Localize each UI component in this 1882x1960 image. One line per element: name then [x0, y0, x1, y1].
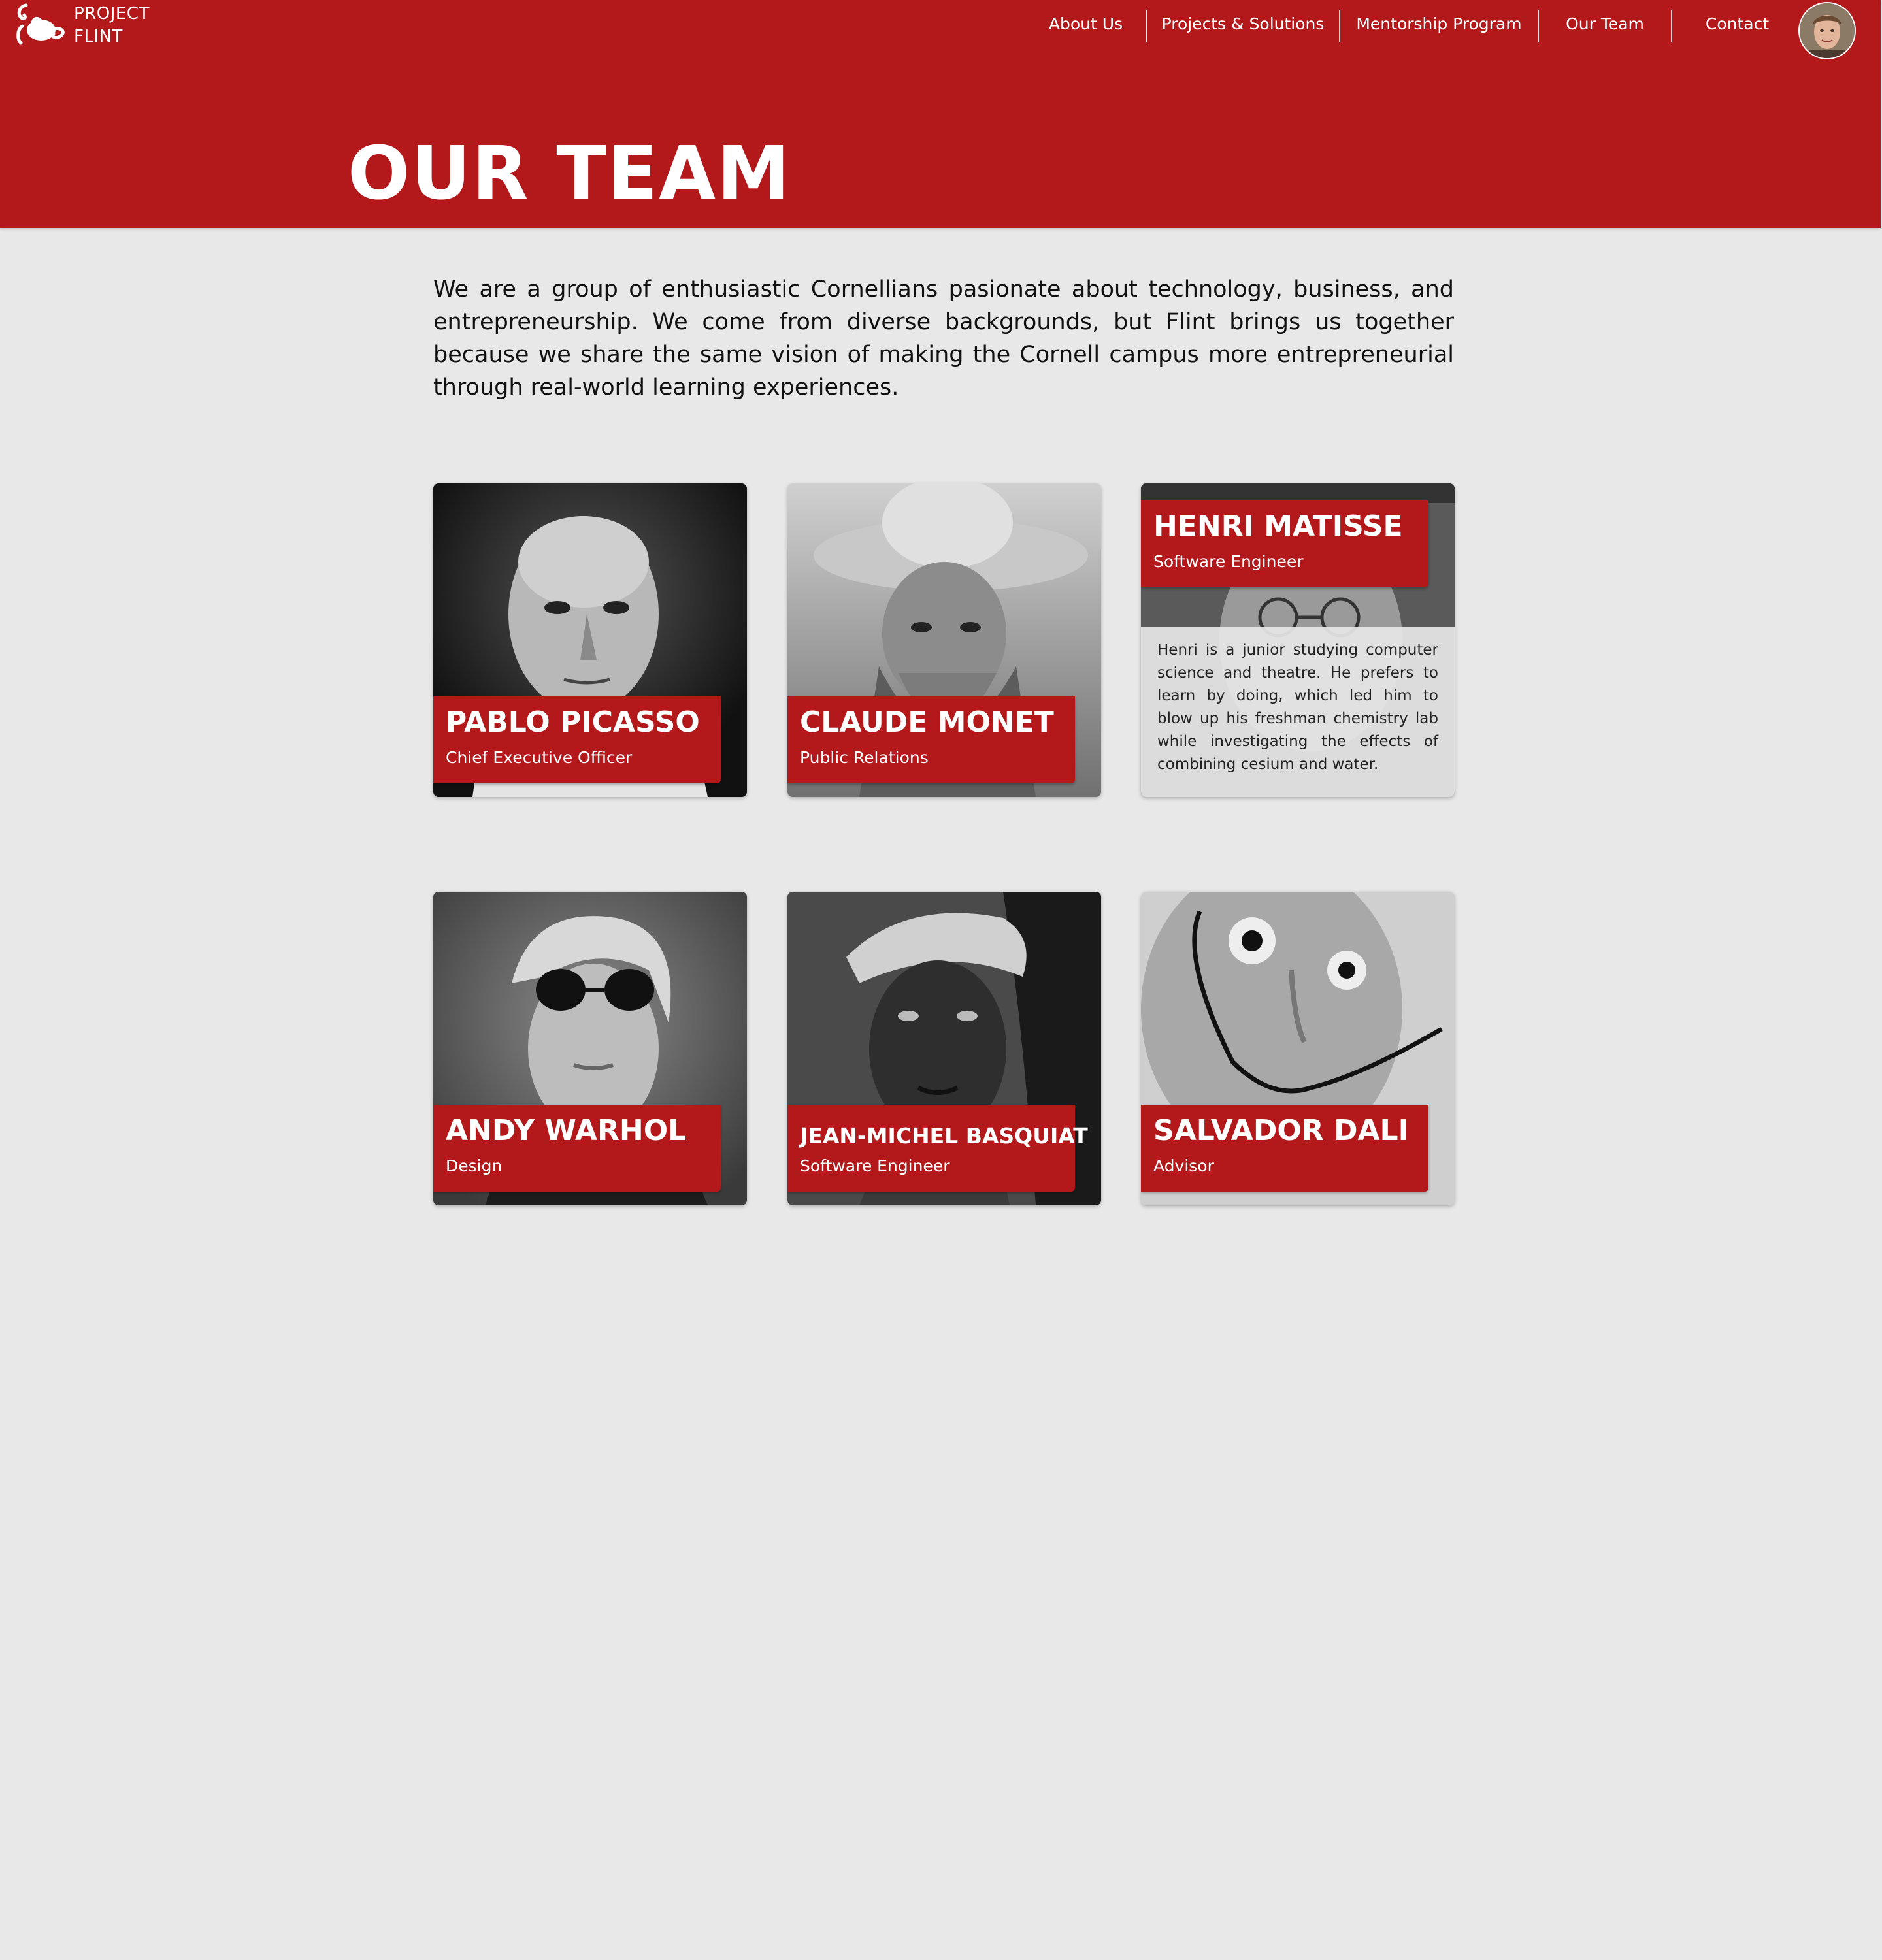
member-label: PABLO PICASSO Chief Executive Officer	[433, 696, 721, 783]
team-card-andy-warhol[interactable]: ANDY WARHOL Design	[433, 892, 747, 1205]
member-name: HENRI MATISSE	[1153, 510, 1403, 543]
brand-line-1: PROJECT	[74, 4, 150, 24]
nav-item-mentorship-program[interactable]: Mentorship Program	[1340, 10, 1538, 42]
user-avatar-image	[1800, 3, 1855, 58]
member-bio-panel: Henri is a junior studying computer scie…	[1141, 627, 1455, 797]
team-card-jean-michel-basquiat[interactable]: JEAN-MICHEL BASQUIAT Software Engineer	[787, 892, 1101, 1205]
member-label: JEAN-MICHEL BASQUIAT Software Engineer	[787, 1105, 1088, 1192]
member-label: ANDY WARHOL Design	[433, 1105, 721, 1192]
nav-divider	[1146, 10, 1147, 42]
nav-divider	[1339, 10, 1340, 42]
team-card-henri-matisse[interactable]: HENRI MATISSE Software Engineer Henri is…	[1141, 483, 1455, 797]
nav-item-our-team[interactable]: Our Team	[1539, 10, 1671, 42]
member-label: HENRI MATISSE Software Engineer	[1141, 500, 1428, 587]
member-role: Chief Executive Officer	[446, 748, 633, 767]
member-label: SALVADOR DALI Advisor	[1141, 1105, 1428, 1192]
member-name: JEAN-MICHEL BASQUIAT	[800, 1123, 1088, 1149]
brand-name[interactable]: PROJECT FLINT	[74, 3, 150, 48]
main-nav: About Us Projects & Solutions Mentorship…	[1026, 10, 1802, 42]
member-name: ANDY WARHOL	[446, 1114, 687, 1147]
member-name: SALVADOR DALI	[1153, 1114, 1409, 1147]
team-card-claude-monet[interactable]: CLAUDE MONET Public Relations	[787, 483, 1101, 797]
nav-item-contact[interactable]: Contact	[1672, 10, 1802, 42]
member-role: Advisor	[1153, 1156, 1214, 1175]
nav-divider	[1671, 10, 1672, 42]
nav-divider	[1538, 10, 1539, 42]
member-name: CLAUDE MONET	[800, 706, 1054, 739]
page-title: OUR TEAM	[348, 131, 791, 216]
site-header: PROJECT FLINT About Us Projects & Soluti…	[0, 0, 1881, 228]
nav-item-projects-solutions[interactable]: Projects & Solutions	[1147, 10, 1339, 42]
user-avatar[interactable]	[1798, 2, 1856, 59]
team-card-salvador-dali[interactable]: SALVADOR DALI Advisor	[1141, 892, 1455, 1205]
member-role: Software Engineer	[800, 1156, 950, 1175]
member-role: Design	[446, 1156, 503, 1175]
team-card-pablo-picasso[interactable]: PABLO PICASSO Chief Executive Officer	[433, 483, 747, 797]
member-name: PABLO PICASSO	[446, 706, 700, 739]
member-label: CLAUDE MONET Public Relations	[787, 696, 1075, 783]
project-flint-logo-icon[interactable]	[12, 3, 67, 46]
intro-paragraph: We are a group of enthusiastic Cornellia…	[433, 276, 1454, 400]
nav-item-about-us[interactable]: About Us	[1026, 10, 1146, 42]
brand-line-2: FLINT	[74, 27, 123, 46]
member-bio: Henri is a junior studying computer scie…	[1157, 642, 1438, 773]
member-role: Software Engineer	[1153, 552, 1304, 571]
member-role: Public Relations	[800, 748, 929, 767]
